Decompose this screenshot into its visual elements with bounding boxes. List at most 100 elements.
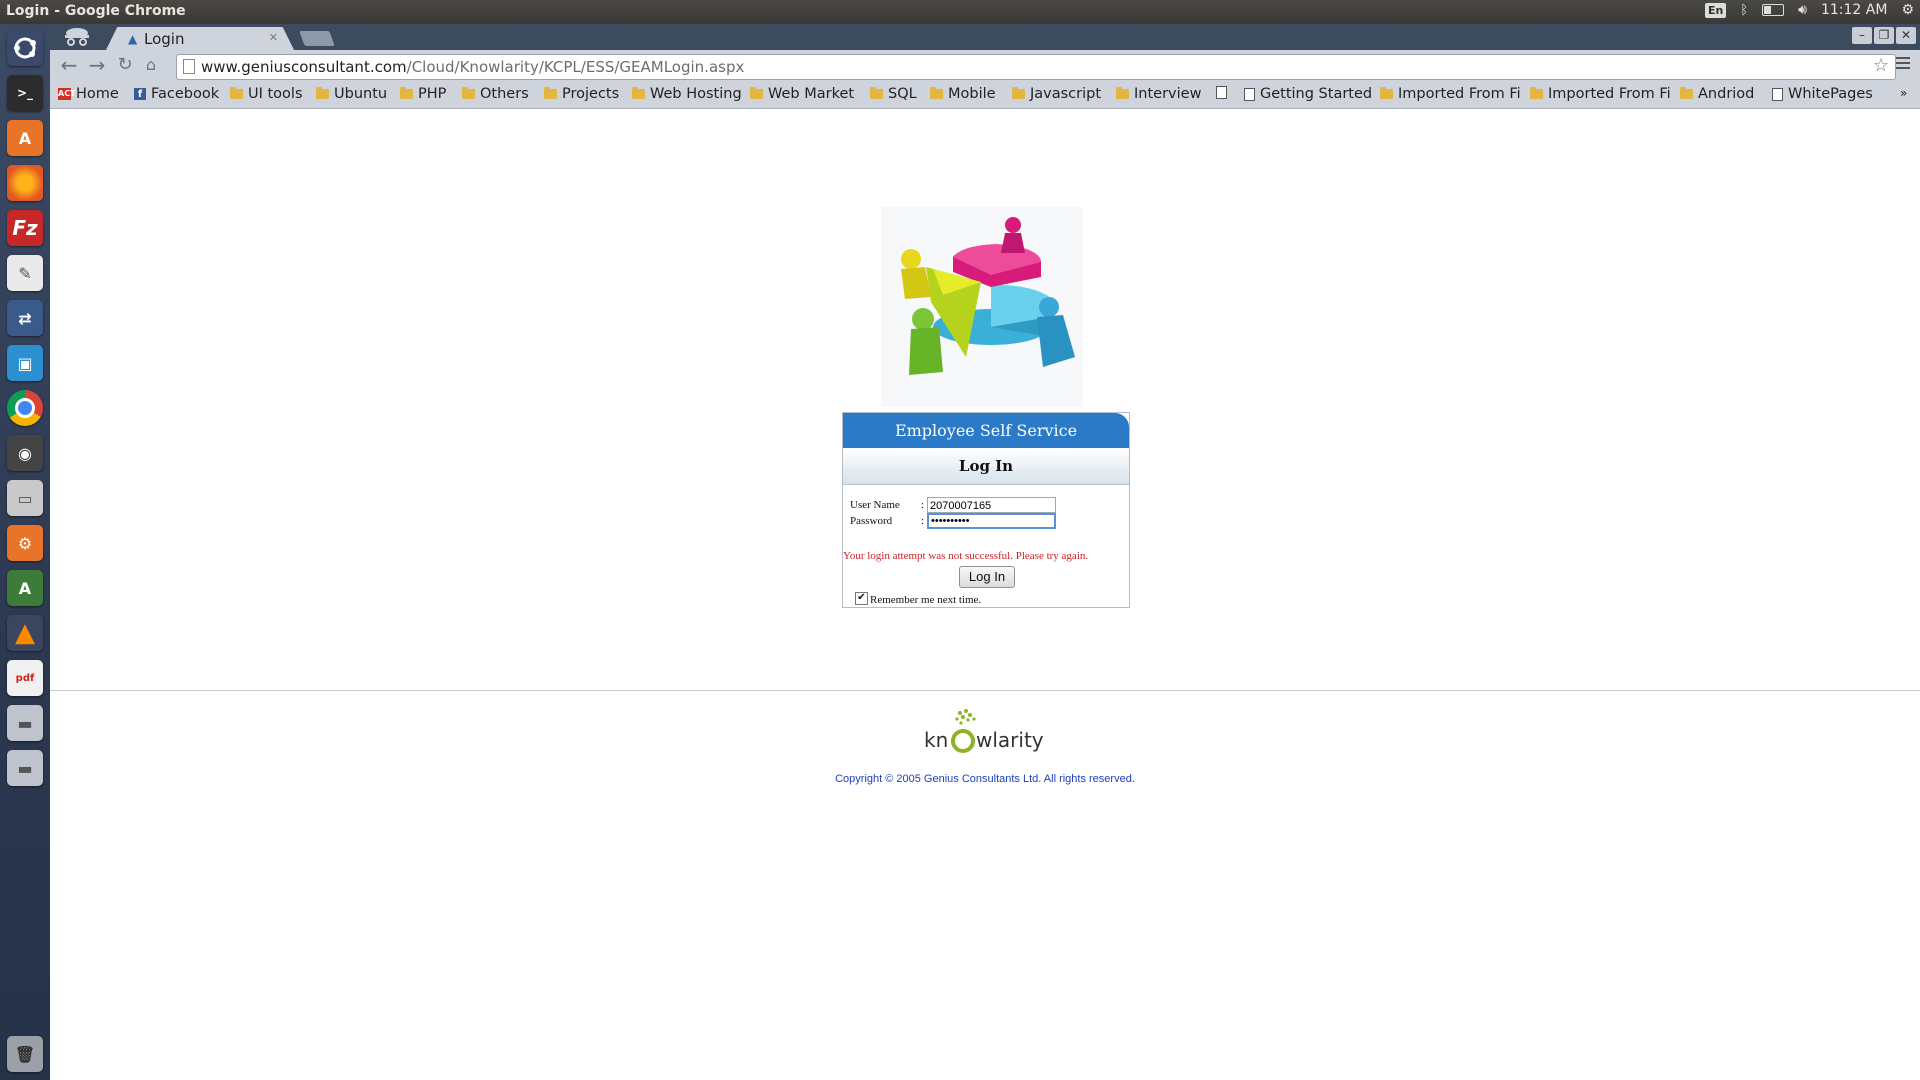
facebook-favicon: f <box>134 88 146 100</box>
bookmarks-bar: ACT Home f Facebook UI tools Ubuntu PHP Ot… <box>50 82 1920 109</box>
reload-button[interactable]: ↻ <box>114 54 136 76</box>
folder-icon <box>930 87 943 99</box>
drive-icon[interactable]: ▬ <box>7 750 43 786</box>
tab-login[interactable]: ▲ Login ✕ <box>106 27 294 50</box>
remember-me-label: Remember me next time. <box>870 594 982 606</box>
android-studio-icon[interactable]: A <box>7 570 43 606</box>
bookmark-folder-interview[interactable]: Interview <box>1116 86 1201 102</box>
bookmark-folder-php[interactable]: PHP <box>400 86 446 102</box>
home-favicon: ACT <box>58 88 76 100</box>
bookmark-folder-ui-tools[interactable]: UI tools <box>230 86 303 102</box>
url-text[interactable]: www.geniusconsultant.com/Cloud/Knowlarit… <box>201 58 744 76</box>
bookmark-star-icon[interactable]: ☆ <box>1873 55 1889 76</box>
browser-toolbar: ← → ↻ ⌂ www.geniusconsultant.com/Cloud/K… <box>50 50 1920 82</box>
software-center-icon[interactable]: A <box>7 120 43 156</box>
password-field[interactable]: •••••••••• <box>927 513 1056 529</box>
folder-icon <box>462 87 475 99</box>
new-tab-button[interactable] <box>299 31 335 46</box>
password-separator: : <box>921 515 925 527</box>
keyboard-layout-indicator[interactable]: En <box>1704 2 1727 18</box>
login-button[interactable]: Log In <box>959 566 1015 588</box>
bookmark-folder-andriod[interactable]: Andriod <box>1680 86 1754 102</box>
bookmark-label: Ubuntu <box>334 86 388 102</box>
bookmark-label: Home <box>76 86 119 102</box>
bookmark-whitepages[interactable]: WhitePages <box>1772 86 1873 102</box>
chrome-menu-icon[interactable] <box>1896 57 1910 71</box>
bookmark-label: SQL <box>888 86 917 102</box>
tab-title: Login <box>144 30 185 48</box>
page-icon <box>1244 87 1255 101</box>
site-favicon-icon: ▲ <box>128 32 138 46</box>
bookmark-folder-ubuntu[interactable]: Ubuntu <box>316 86 387 102</box>
bookmark-label: Facebook <box>151 86 220 102</box>
incognito-icon <box>65 28 89 46</box>
volume-icon[interactable]: 🔊︎ <box>1798 2 1807 18</box>
bookmark-label: Javascript <box>1030 86 1102 102</box>
bookmark-folder-sql[interactable]: SQL <box>870 86 917 102</box>
close-window-button[interactable]: ✕ <box>1896 27 1916 44</box>
bookmark-label: Web Hosting <box>650 86 742 102</box>
bookmark-folder-others[interactable]: Others <box>462 86 529 102</box>
remember-me-checkbox[interactable]: ✔ <box>855 592 868 605</box>
login-panel: Employee Self Service Log In User Name :… <box>842 412 1130 608</box>
bookmark-home[interactable]: ACT Home <box>58 86 119 102</box>
vlc-icon[interactable]: ▲ <box>7 615 43 651</box>
bookmark-label: Imported From Fi <box>1398 86 1521 102</box>
folder-icon <box>230 87 243 99</box>
filezilla-icon[interactable]: Fz <box>7 210 43 246</box>
bookmark-label: Others <box>480 86 529 102</box>
document-viewer-icon[interactable]: pdf <box>7 660 43 696</box>
battery-icon[interactable] <box>1762 4 1785 16</box>
bluetooth-icon[interactable]: ᛒ <box>1740 3 1748 18</box>
bookmark-folder-web-market[interactable]: Web Market <box>750 86 854 102</box>
bookmark-getting-started[interactable]: Getting Started <box>1244 86 1372 102</box>
back-button[interactable]: ← <box>58 54 80 76</box>
drive-icon[interactable]: ▬ <box>7 705 43 741</box>
forward-button[interactable]: → <box>86 54 108 76</box>
app-icon[interactable]: ▣ <box>7 345 43 381</box>
folder-icon <box>632 87 645 99</box>
bookmark-folder-web-hosting[interactable]: Web Hosting <box>632 86 742 102</box>
camera-icon[interactable]: ◉ <box>7 435 43 471</box>
copyright-text: Copyright © 2005 Genius Consultants Ltd.… <box>835 773 1135 785</box>
bookmark-folder-imported-1[interactable]: Imported From Fi <box>1380 86 1521 102</box>
ubuntu-dash-icon[interactable] <box>7 30 43 66</box>
gear-icon[interactable]: ⚙ <box>1901 2 1914 18</box>
trash-icon[interactable]: 🗑︎ <box>7 1036 43 1072</box>
folder-icon <box>544 87 557 99</box>
bookmark-folder-mobile[interactable]: Mobile <box>930 86 996 102</box>
restore-window-button[interactable]: ❐ <box>1874 27 1894 44</box>
page-icon <box>183 59 195 74</box>
folder-icon <box>1012 87 1025 99</box>
terminal-icon[interactable]: >_ <box>7 75 43 111</box>
bookmark-label: Getting Started <box>1260 86 1373 102</box>
username-field[interactable]: 2070007165 <box>927 497 1056 513</box>
clock[interactable]: 11:12 AM <box>1821 2 1887 18</box>
bookmark-label: WhitePages <box>1788 86 1873 102</box>
password-label: Password <box>850 515 893 527</box>
url-path: /Cloud/Knowlarity/KCPL/ESS/GEAMLogin.asp… <box>406 58 745 76</box>
bookmark-label: Web Market <box>768 86 855 102</box>
username-separator: : <box>921 499 925 511</box>
text-editor-icon[interactable]: ✎ <box>7 255 43 291</box>
files-icon[interactable]: ▭ <box>7 480 43 516</box>
unity-launcher: >_ A Fz ✎ ⇄ ▣ ◉ ▭ ⚙ A ▲ pdf ▬ ▬ 🗑︎ <box>0 24 51 1080</box>
login-error-message: Your login attempt was not successful. P… <box>843 550 1089 562</box>
close-tab-icon[interactable]: ✕ <box>269 31 278 44</box>
bookmark-folder-projects[interactable]: Projects <box>544 86 619 102</box>
settings-icon[interactable]: ⚙ <box>7 525 43 561</box>
bookmarks-overflow-icon[interactable]: » <box>1900 86 1907 100</box>
bookmark-untitled-page[interactable] <box>1216 86 1232 99</box>
folder-icon <box>1116 87 1129 99</box>
home-button[interactable]: ⌂ <box>140 54 162 76</box>
address-bar[interactable]: www.geniusconsultant.com/Cloud/Knowlarit… <box>176 54 1896 80</box>
bookmark-folder-imported-2[interactable]: Imported From Fi <box>1530 86 1671 102</box>
bookmark-folder-javascript[interactable]: Javascript <box>1012 86 1101 102</box>
minimize-window-button[interactable]: – <box>1852 27 1872 44</box>
folder-icon <box>400 87 413 99</box>
remote-desktop-icon[interactable]: ⇄ <box>7 300 43 336</box>
bookmark-facebook[interactable]: f Facebook <box>134 86 219 102</box>
chrome-icon[interactable] <box>7 390 43 426</box>
firefox-icon[interactable] <box>7 165 43 201</box>
url-host: www.geniusconsultant.com <box>201 58 407 76</box>
